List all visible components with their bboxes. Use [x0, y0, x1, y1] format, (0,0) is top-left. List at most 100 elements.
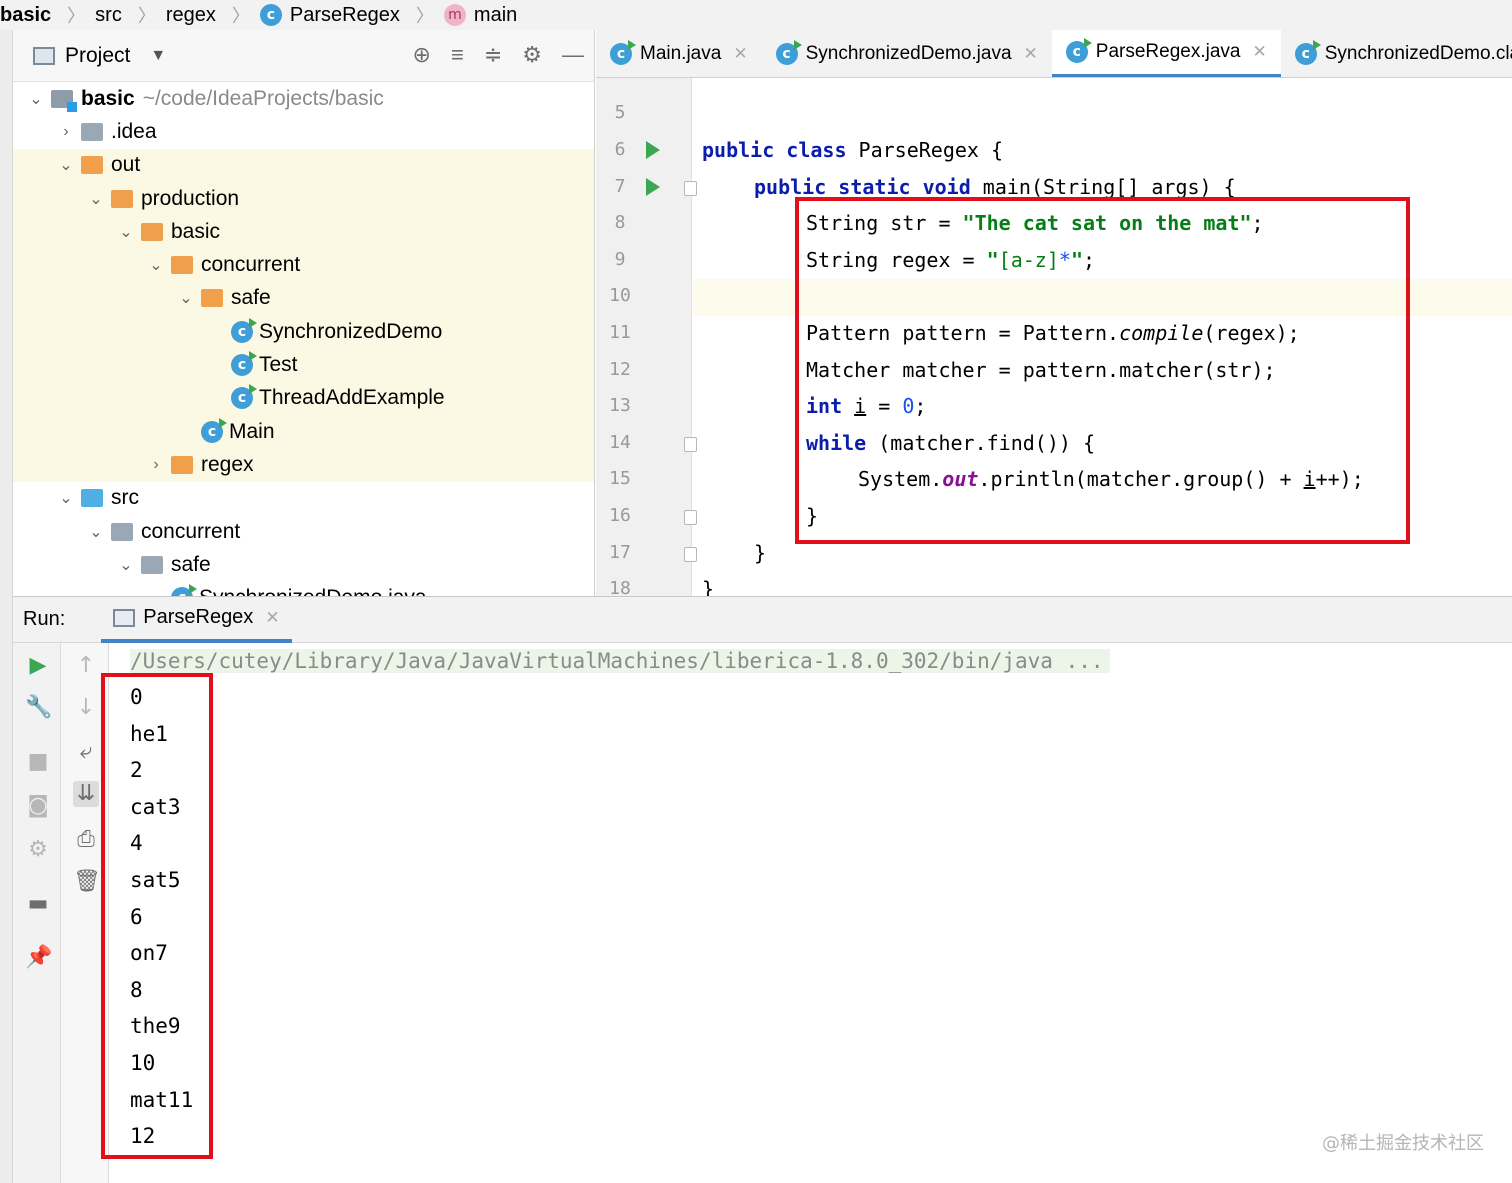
scroll-to-end-icon[interactable]: ⇊ [73, 781, 99, 807]
gear-icon[interactable]: ⚙ [25, 837, 51, 863]
tree-item[interactable]: ⌄ basic ~/code/IdeaProjects/basic [13, 82, 594, 115]
run-toolbar-primary: ▶ 🔧 ■ ◙ ⚙ ▬ 📌 [13, 643, 61, 1183]
line-number: 12 [609, 358, 631, 380]
chevron-down-icon[interactable]: ⌄ [111, 555, 141, 575]
tree-item[interactable]: ⌄ src [13, 482, 594, 515]
watermark: @稀土掘金技术社区 [1322, 1133, 1484, 1154]
tree-item[interactable]: ⌄ basic [13, 215, 594, 249]
collapse-all-icon[interactable]: ≑ [484, 42, 502, 68]
chevron-right-icon[interactable]: › [51, 123, 81, 141]
breadcrumb-regex[interactable]: regex [166, 4, 216, 27]
chevron-down-icon[interactable]: ⌄ [141, 255, 171, 275]
breadcrumb-basic[interactable]: basic [0, 4, 51, 27]
project-tree: ⌄ basic ~/code/IdeaProjects/basic › .idea ⌄ ou… [13, 82, 594, 596]
print-icon[interactable]: ⎙ [73, 827, 99, 853]
gutter-line: 11 [596, 316, 692, 353]
gutter-line: 18 [596, 572, 692, 596]
tree-item[interactable]: ⌄ concurrent [13, 248, 594, 282]
folder-icon [141, 222, 163, 241]
trash-icon[interactable]: 🗑 [73, 869, 101, 895]
close-icon[interactable]: ✕ [733, 44, 747, 64]
project-panel-title[interactable]: Project [65, 44, 130, 68]
chevron-right-icon[interactable]: › [141, 456, 171, 474]
gutter-line: 12 [596, 353, 692, 390]
tab-run-parseregex[interactable]: ParseRegex ✕ [101, 597, 292, 643]
pin-icon[interactable]: 📌 [25, 945, 52, 971]
tree-item[interactable]: ⌄ safe [13, 281, 594, 316]
expand-all-icon[interactable]: ≡ [451, 42, 464, 68]
chevron-right-icon: 〉 [137, 6, 156, 26]
tab-label: SynchronizedDemo.class [1324, 43, 1512, 64]
left-tool-strip[interactable] [0, 30, 13, 1183]
chevron-down-icon[interactable]: ⌄ [21, 89, 51, 109]
soft-wrap-icon[interactable]: ⤶ [73, 739, 99, 765]
folder-icon [81, 156, 103, 175]
project-panel-header: Project ▼ ⊕ ≡ ≑ ⚙ — [13, 30, 594, 82]
close-icon[interactable]: ✕ [265, 608, 279, 628]
camera-icon[interactable]: ◙ [25, 793, 51, 819]
tree-item-label: safe [231, 286, 271, 310]
tree-item[interactable]: ⌄ production [13, 181, 594, 216]
tab-parseregex-java[interactable]: c ParseRegex.java ✕ [1051, 30, 1281, 77]
breadcrumb-main[interactable]: m main [443, 4, 517, 27]
class-icon: c [1065, 38, 1092, 63]
chevron-down-icon[interactable]: ⌄ [51, 488, 81, 508]
tree-item[interactable]: ⌄ concurrent [13, 515, 594, 548]
editor-gutter: 5 6 7 8 9 10 11 12 13 14 15 16 17 18 [596, 78, 697, 596]
tab-main-java[interactable]: c Main.java ✕ [596, 30, 762, 77]
tree-item[interactable]: c SynchronizedDemo [13, 315, 594, 349]
run-icon[interactable] [646, 141, 660, 159]
wrench-icon[interactable]: 🔧 [25, 695, 52, 721]
arrow-up-icon[interactable]: ↑ [73, 653, 99, 679]
line-number: 17 [609, 541, 631, 563]
tab-label: ParseRegex.java [1095, 41, 1241, 62]
breadcrumb-src[interactable]: src [95, 4, 122, 27]
tab-synchronizeddemo-class[interactable]: c SynchronizedDemo.class [1281, 30, 1512, 77]
code-editor[interactable]: 5 6 7 8 9 10 11 12 13 14 15 16 17 18 public class Par… [596, 78, 1512, 596]
console-output[interactable]: /Users/cutey/Library/Java/JavaVirtualMac… [101, 643, 1512, 1183]
folder-icon [141, 555, 163, 574]
class-icon: c [171, 584, 197, 596]
breadcrumb-label: ParseRegex [289, 3, 400, 26]
breadcrumb: basic 〉 src 〉 regex 〉 c ParseRegex 〉 m m… [0, 0, 1512, 30]
arrow-down-icon[interactable]: ↓ [73, 695, 99, 721]
locate-icon[interactable]: ⊕ [413, 42, 431, 68]
gear-icon[interactable]: ⚙ [522, 42, 542, 68]
line-number: 18 [609, 578, 631, 596]
tree-item[interactable]: › .idea [13, 115, 594, 148]
chevron-down-icon[interactable]: ⌄ [51, 155, 81, 175]
chevron-down-icon[interactable]: ⌄ [81, 189, 111, 209]
tab-synchronizeddemo-java[interactable]: c SynchronizedDemo.java ✕ [762, 30, 1052, 77]
rerun-icon[interactable]: ▶ [25, 653, 51, 679]
tree-item[interactable]: › regex [13, 448, 594, 482]
code-line-6[interactable]: public class ParseRegex { [693, 133, 1512, 170]
folder-icon [201, 289, 223, 308]
layout-icon[interactable]: ▬ [25, 891, 51, 917]
tree-item[interactable]: ⌄cSynchronizedDemo.java [13, 581, 594, 596]
tree-item[interactable]: c Test [13, 348, 594, 382]
code-line-18[interactable]: } [693, 572, 1512, 596]
tree-item[interactable]: c ThreadAddExample [13, 381, 594, 415]
chevron-right-icon: 〉 [415, 6, 434, 26]
tree-item[interactable]: ⌄ safe [13, 548, 594, 581]
folder-icon [111, 189, 133, 208]
tree-item[interactable]: c Main [13, 414, 594, 449]
stop-icon[interactable]: ■ [25, 749, 51, 775]
line-number: 5 [614, 102, 626, 124]
tree-item-label: Test [259, 353, 298, 377]
run-icon[interactable] [646, 177, 660, 196]
chevron-down-icon[interactable]: ⌄ [81, 522, 111, 542]
close-icon[interactable]: ✕ [1024, 44, 1038, 64]
chevron-down-icon[interactable]: ▼ [150, 47, 166, 65]
chevron-down-icon[interactable]: ⌄ [171, 288, 201, 308]
breadcrumb-parseregex[interactable]: c ParseRegex [259, 3, 400, 27]
gutter-line: 17 [596, 536, 697, 573]
class-icon: c [231, 351, 257, 377]
line-number: 13 [609, 395, 631, 417]
tree-item-label: concurrent [201, 253, 301, 277]
hide-icon[interactable]: — [562, 42, 584, 68]
tree-item[interactable]: ⌄ out [13, 148, 594, 182]
close-icon[interactable]: ✕ [1252, 42, 1266, 62]
chevron-down-icon[interactable]: ⌄ [141, 588, 171, 596]
chevron-down-icon[interactable]: ⌄ [111, 222, 141, 242]
